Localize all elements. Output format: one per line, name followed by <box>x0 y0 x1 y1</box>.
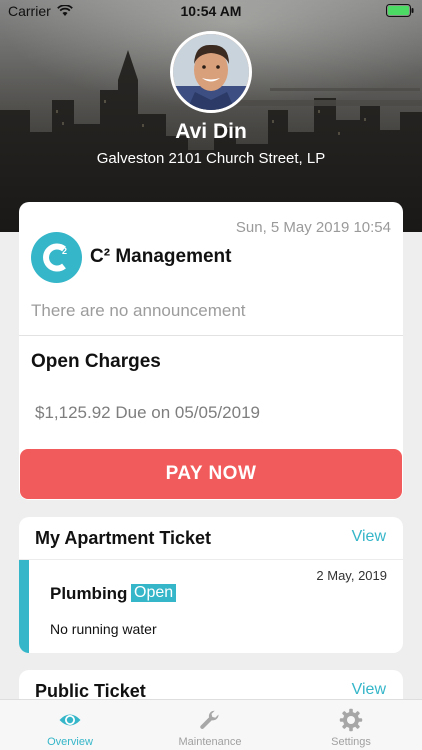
ticket-status-accent <box>19 560 29 653</box>
company-logo: 2 <box>31 232 82 283</box>
user-address: Galveston 2101 Church Street, LP <box>96 150 326 167</box>
amount-due-text: $1,125.92 Due on 05/05/2019 <box>35 403 260 422</box>
announcement-text: There are no announcement <box>31 301 246 320</box>
ticket-row[interactable]: 2 May, 2019 Plumbing Open No running wat… <box>19 559 403 653</box>
apartment-ticket-title: My Apartment Ticket <box>35 528 212 548</box>
company-name: C² Management <box>90 246 232 267</box>
status-time: 10:54 AM <box>180 3 242 19</box>
announcement-timestamp: Sun, 5 May 2019 10:54 <box>235 219 391 236</box>
company-logo-icon: 2 <box>43 243 67 272</box>
tab-settings[interactable]: Settings <box>281 700 421 750</box>
tab-maintenance-label: Maintenance <box>178 736 242 748</box>
tab-settings-label: Settings <box>331 736 371 748</box>
svg-text:2: 2 <box>62 246 67 256</box>
eye-icon <box>59 714 81 726</box>
status-bar: Carrier 10:54 AM <box>0 0 422 22</box>
apartment-ticket-card: My Apartment Ticket View 2 May, 2019 Plu… <box>19 517 403 653</box>
tab-overview[interactable]: Overview <box>0 700 140 750</box>
ticket-date: 2 May, 2019 <box>316 568 387 583</box>
public-ticket-view-link[interactable]: View <box>352 681 386 699</box>
battery-icon <box>386 4 414 17</box>
avatar[interactable] <box>170 31 252 113</box>
pay-now-button[interactable]: PAY NOW <box>20 449 402 499</box>
open-charges-title: Open Charges <box>31 351 161 372</box>
tab-overview-label: Overview <box>47 736 93 748</box>
ticket-category: Plumbing <box>50 584 128 603</box>
tab-bar: Overview Maintenance Settings <box>0 699 422 750</box>
user-name: Avi Din <box>175 120 247 143</box>
user-photo <box>173 34 249 110</box>
divider <box>19 335 403 336</box>
ticket-status-badge: Open <box>131 584 177 602</box>
wrench-icon <box>200 710 219 729</box>
tab-maintenance[interactable]: Maintenance <box>140 700 280 750</box>
ticket-description: No running water <box>50 621 157 637</box>
gear-icon <box>339 708 363 732</box>
apartment-ticket-view-link[interactable]: View <box>352 528 386 546</box>
